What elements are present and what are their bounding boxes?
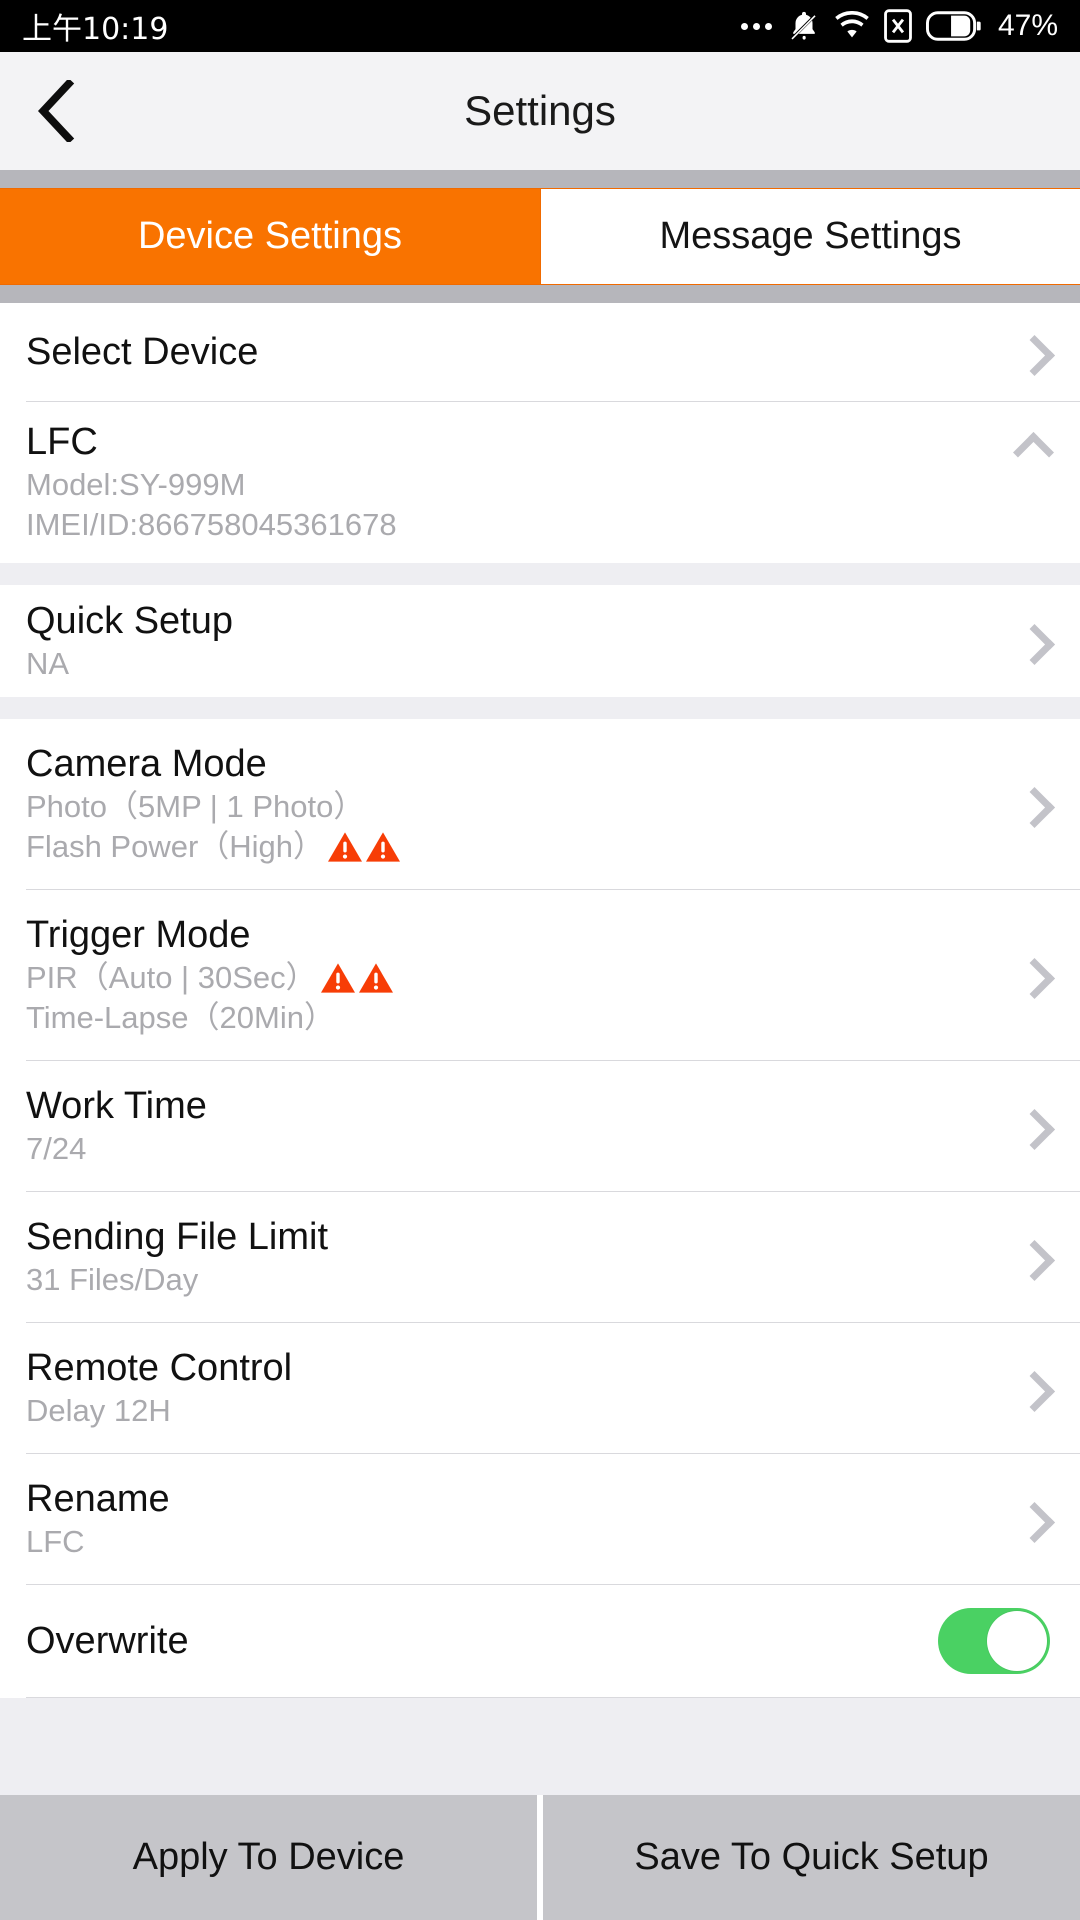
back-button[interactable] bbox=[12, 52, 100, 170]
save-to-quick-setup-button[interactable]: Save To Quick Setup bbox=[543, 1795, 1080, 1920]
back-chevron-icon bbox=[37, 80, 75, 142]
chevron-right-icon bbox=[1016, 1109, 1050, 1143]
trigger-mode-value-1-wrap: PIR（Auto | 30Sec） bbox=[26, 958, 1000, 998]
camera-mode-value-2-wrap: Flash Power（High） bbox=[26, 827, 1000, 867]
chevron-right-icon bbox=[1016, 1502, 1050, 1536]
main-settings-group: Camera Mode Photo（5MP | 1 Photo） Flash P… bbox=[0, 719, 1080, 1699]
device-group: Select Device LFC Model:SY-999M IMEI/ID:… bbox=[0, 303, 1080, 564]
trigger-mode-label: Trigger Mode bbox=[26, 913, 251, 956]
camera-mode-label: Camera Mode bbox=[26, 742, 267, 785]
warning-triangle-icon bbox=[366, 832, 401, 862]
row-select-device[interactable]: Select Device bbox=[0, 303, 1080, 401]
quick-setup-label: Quick Setup bbox=[26, 599, 233, 642]
tab-device-settings[interactable]: Device Settings bbox=[0, 189, 540, 284]
device-name-label: LFC bbox=[26, 421, 98, 463]
phone-screen: 上午10:19 47% Settings Device Settings Mes… bbox=[0, 0, 1080, 1920]
chevron-right-icon bbox=[1016, 958, 1050, 992]
select-device-label: Select Device bbox=[26, 330, 259, 373]
camera-mode-value-1: Photo（5MP | 1 Photo） bbox=[26, 788, 365, 824]
camera-mode-warnings bbox=[326, 830, 402, 864]
overwrite-label: Overwrite bbox=[26, 1620, 189, 1662]
group-spacer bbox=[0, 697, 1080, 720]
chevron-up-icon[interactable] bbox=[1016, 428, 1050, 462]
trigger-mode-warnings bbox=[319, 961, 395, 995]
remote-control-value: Delay 12H bbox=[26, 1392, 171, 1428]
quick-setup-group: Quick Setup NA bbox=[0, 585, 1080, 698]
chevron-right-icon bbox=[1016, 335, 1050, 369]
bottom-action-bar: Apply To Device Save To Quick Setup bbox=[0, 1795, 1080, 1920]
warning-triangle-icon bbox=[320, 962, 355, 993]
sim-x-icon bbox=[884, 9, 912, 43]
overwrite-toggle[interactable] bbox=[938, 1608, 1050, 1675]
warning-triangle-icon bbox=[328, 832, 363, 862]
work-time-label: Work Time bbox=[26, 1084, 207, 1127]
toggle-knob bbox=[987, 1611, 1047, 1672]
battery-icon bbox=[925, 11, 981, 41]
more-dots-icon bbox=[740, 22, 772, 30]
sending-file-limit-value: 31 Files/Day bbox=[26, 1261, 199, 1297]
row-device-info[interactable]: LFC Model:SY-999M IMEI/ID:86675804536167… bbox=[0, 402, 1080, 564]
status-bar-time: 上午10:19 bbox=[22, 12, 169, 47]
tab-bar: Device Settings Message Settings bbox=[0, 170, 1080, 303]
trigger-mode-value-2: Time-Lapse（20Min） bbox=[26, 999, 335, 1035]
chevron-right-icon bbox=[1016, 787, 1050, 821]
device-imei-label: IMEI/ID:866758045361678 bbox=[26, 507, 397, 543]
battery-percent-label: 47% bbox=[997, 9, 1058, 42]
row-sending-file-limit[interactable]: Sending File Limit 31 Files/Day bbox=[0, 1192, 1080, 1323]
quick-setup-value: NA bbox=[26, 645, 70, 681]
row-trigger-mode[interactable]: Trigger Mode PIR（Auto | 30Sec） Time-Laps… bbox=[0, 890, 1080, 1061]
bell-muted-icon bbox=[789, 11, 817, 41]
tab-bar-bottom-gap bbox=[0, 285, 1080, 303]
trigger-mode-value-1: PIR（Auto | 30Sec） bbox=[26, 959, 317, 995]
chevron-right-icon bbox=[1016, 1240, 1050, 1274]
row-work-time[interactable]: Work Time 7/24 bbox=[0, 1061, 1080, 1192]
status-bar-icons: 47% bbox=[740, 9, 1058, 43]
warning-triangle-icon bbox=[358, 962, 393, 993]
chevron-right-icon bbox=[1016, 624, 1050, 658]
chevron-right-icon bbox=[1016, 1371, 1050, 1405]
row-overwrite[interactable]: Overwrite bbox=[0, 1585, 1080, 1698]
tab-bar-top-gap bbox=[0, 170, 1080, 188]
row-remote-control[interactable]: Remote Control Delay 12H bbox=[0, 1323, 1080, 1454]
group-spacer bbox=[0, 563, 1080, 586]
status-bar: 上午10:19 47% bbox=[0, 0, 1080, 52]
row-quick-setup[interactable]: Quick Setup NA bbox=[0, 585, 1080, 698]
row-camera-mode[interactable]: Camera Mode Photo（5MP | 1 Photo） Flash P… bbox=[0, 719, 1080, 890]
rename-value: LFC bbox=[26, 1523, 85, 1559]
camera-mode-value-2: Flash Power（High） bbox=[26, 828, 325, 864]
sending-file-limit-label: Sending File Limit bbox=[26, 1215, 329, 1258]
page-title: Settings bbox=[464, 87, 616, 134]
nav-header: Settings bbox=[0, 52, 1080, 170]
device-model-label: Model:SY-999M bbox=[26, 466, 246, 502]
remote-control-label: Remote Control bbox=[26, 1346, 293, 1389]
wifi-icon bbox=[835, 11, 869, 38]
row-rename[interactable]: Rename LFC bbox=[0, 1454, 1080, 1585]
rename-label: Rename bbox=[26, 1477, 170, 1520]
list-bottom-filler bbox=[0, 1698, 1080, 1795]
apply-to-device-button[interactable]: Apply To Device bbox=[0, 1795, 537, 1920]
tab-message-settings[interactable]: Message Settings bbox=[540, 189, 1080, 284]
work-time-value: 7/24 bbox=[26, 1130, 87, 1166]
settings-list: Select Device LFC Model:SY-999M IMEI/ID:… bbox=[0, 303, 1080, 1795]
